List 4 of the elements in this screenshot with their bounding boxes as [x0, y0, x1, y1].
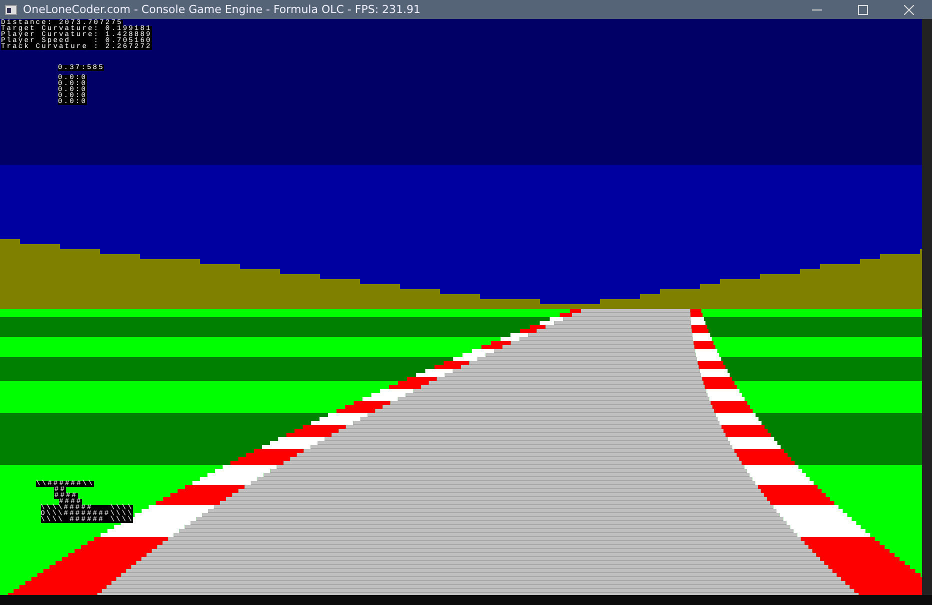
console-app-icon [5, 4, 17, 14]
window-title: OneLoneCoder.com - Console Game Engine - Formula OLC - FPS: 231.91 [23, 3, 422, 16]
close-icon [904, 4, 914, 14]
maximize-icon [858, 4, 868, 14]
